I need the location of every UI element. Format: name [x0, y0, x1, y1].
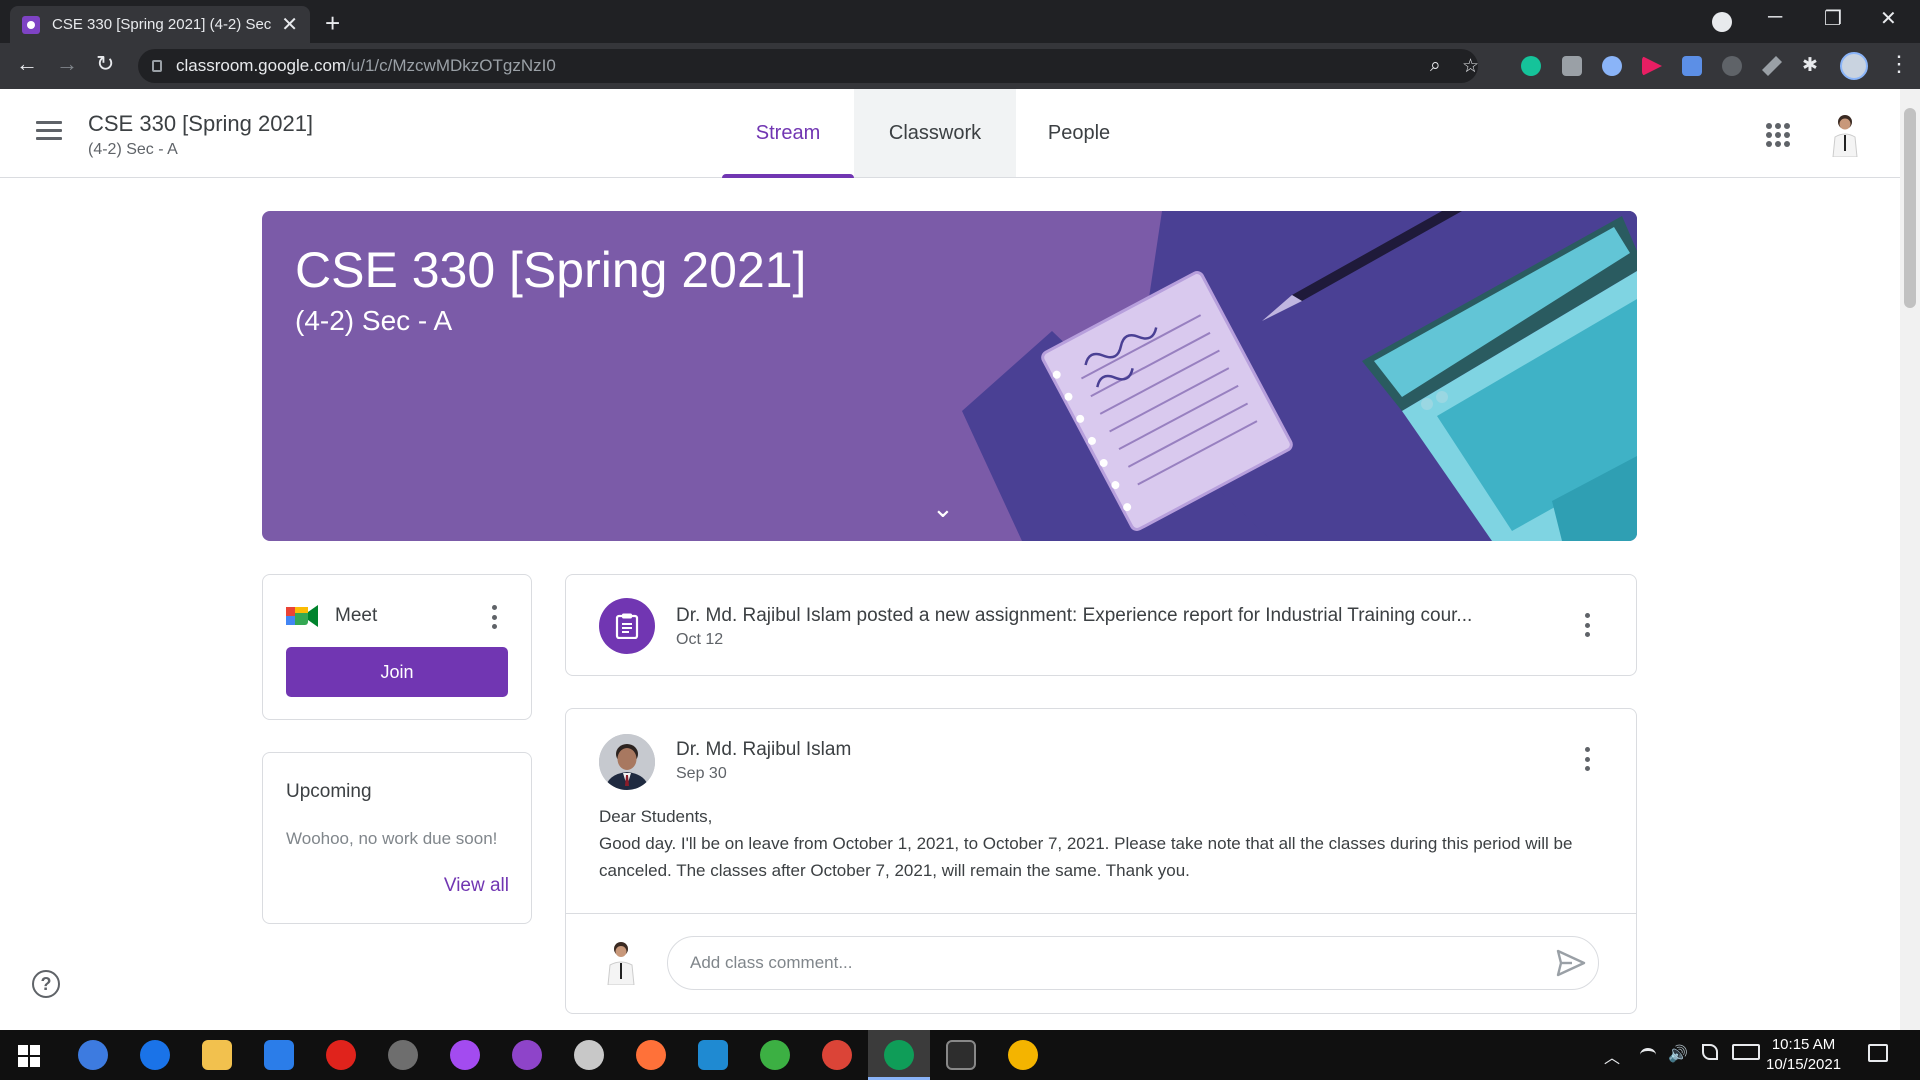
- quickbooks-taskbar-icon[interactable]: [78, 1040, 108, 1070]
- assignment-icon: [599, 598, 655, 654]
- tray-overflow-icon[interactable]: ︿: [1604, 1044, 1620, 1068]
- github-taskbar-icon[interactable]: [512, 1040, 542, 1070]
- classroom-header: CSE 330 [Spring 2021] (4-2) Sec - A Stre…: [0, 89, 1900, 178]
- class-comment-input[interactable]: [667, 936, 1599, 990]
- post-message: Good day. I'll be on leave from October …: [599, 834, 1573, 880]
- messenger-taskbar-icon[interactable]: [450, 1040, 480, 1070]
- chrome-profile-taskbar-icon[interactable]: [1008, 1040, 1038, 1070]
- close-window-button[interactable]: ✕: [1880, 6, 1897, 31]
- forward-button[interactable]: →: [56, 51, 78, 77]
- assignment-date: Oct 12: [676, 631, 724, 648]
- paint-taskbar-icon[interactable]: [574, 1040, 604, 1070]
- camera-extension-icon[interactable]: [1562, 56, 1582, 76]
- banner-class-title: CSE 330 [Spring 2021]: [295, 242, 807, 298]
- back-button[interactable]: ←: [16, 51, 38, 77]
- opera-taskbar-icon[interactable]: [326, 1040, 356, 1070]
- scrollbar-thumb[interactable]: [1904, 108, 1916, 308]
- windows-taskbar: ︿ 🔊 10:15 AM 10/15/2021: [0, 1030, 1920, 1080]
- banner-class-section: (4-2) Sec - A: [295, 305, 453, 336]
- new-tab-button[interactable]: +: [325, 8, 340, 39]
- google-apps-icon[interactable]: [1766, 123, 1790, 147]
- windows-start-icon[interactable]: [18, 1045, 40, 1067]
- author-avatar: [599, 734, 655, 790]
- chrome-active-taskbar-icon[interactable]: [884, 1040, 914, 1070]
- post-body: Dear Students, Good day. I'll be on leav…: [599, 803, 1599, 884]
- view-all-link[interactable]: View all: [444, 875, 509, 897]
- post-greeting: Dear Students,: [599, 807, 713, 826]
- assignment-announcement-card[interactable]: Dr. Md. Rajibul Islam posted a new assig…: [565, 574, 1637, 676]
- clock-time: 10:15 AM: [1771, 1036, 1836, 1053]
- network-icon[interactable]: [1640, 1048, 1656, 1062]
- lock-icon: [152, 60, 162, 72]
- commenter-avatar: [599, 937, 643, 985]
- post-date: Sep 30: [676, 765, 727, 782]
- mail-taskbar-icon[interactable]: [264, 1040, 294, 1070]
- tab-stream[interactable]: Stream: [722, 89, 854, 178]
- announcement-post-card: Dr. Md. Rajibul Islam Sep 30 Dear Studen…: [565, 708, 1637, 1014]
- expand-chevron-icon[interactable]: ⌄: [932, 493, 954, 524]
- assignment-more-options-icon[interactable]: [1584, 613, 1590, 637]
- firefox-taskbar-icon[interactable]: [636, 1040, 666, 1070]
- tab-people[interactable]: People: [1016, 89, 1142, 177]
- url-host: classroom.google.com: [176, 56, 347, 75]
- file-explorer-taskbar-icon[interactable]: [202, 1040, 232, 1070]
- download-extension-icon[interactable]: [1682, 56, 1702, 76]
- tab-title: CSE 330 [Spring 2021] (4-2) Sec -: [52, 16, 272, 33]
- pen-workspace-icon[interactable]: [1702, 1044, 1718, 1060]
- reload-button[interactable]: ↻: [96, 51, 114, 77]
- zoom-icon[interactable]: ⌕: [1430, 55, 1441, 77]
- meet-card: Meet Join: [262, 574, 532, 720]
- browser-tabstrip: CSE 330 [Spring 2021] (4-2) Sec - ✕ + ─ …: [0, 0, 1920, 43]
- upcoming-empty-text: Woohoo, no work due soon!: [286, 829, 498, 848]
- classroom-favicon-icon: [22, 15, 40, 34]
- system-clock[interactable]: 10:15 AM 10/15/2021: [1766, 1035, 1841, 1075]
- clock-date: 10/15/2021: [1766, 1056, 1842, 1073]
- notifications-icon[interactable]: [1868, 1044, 1888, 1062]
- meet-more-options-icon[interactable]: [491, 605, 497, 629]
- keyboard-icon[interactable]: [1732, 1044, 1760, 1060]
- join-meet-button[interactable]: Join: [286, 647, 508, 697]
- vscode-taskbar-icon[interactable]: [698, 1040, 728, 1070]
- restore-button[interactable]: ❐: [1824, 6, 1842, 31]
- class-banner: CSE 330 [Spring 2021] (4-2) Sec - A ⌄: [262, 211, 1637, 541]
- download-indicator-icon[interactable]: [1712, 12, 1732, 32]
- main-menu-icon[interactable]: [36, 121, 62, 141]
- account-avatar[interactable]: [1824, 109, 1866, 157]
- terminal-taskbar-icon[interactable]: [946, 1040, 976, 1070]
- chrome-taskbar-icon[interactable]: [822, 1040, 852, 1070]
- google-meet-icon: [286, 605, 318, 627]
- play-extension-icon[interactable]: [1642, 56, 1662, 76]
- chrome-profile-avatar[interactable]: [1840, 52, 1868, 80]
- post-author: Dr. Md. Rajibul Islam: [676, 739, 852, 760]
- upcoming-card: Upcoming Woohoo, no work due soon! View …: [262, 752, 532, 924]
- pen-extension-icon[interactable]: [1762, 56, 1782, 76]
- browser-toolbar: ← → ↻ classroom.google.com/u/1/c/MzcwMDk…: [0, 43, 1920, 89]
- extensions-puzzle-icon[interactable]: ✱: [1802, 54, 1818, 77]
- url-path: /u/1/c/MzcwMDkzOTgzNzI0: [346, 56, 556, 75]
- volume-icon[interactable]: 🔊: [1668, 1044, 1688, 1064]
- class-title[interactable]: CSE 330 [Spring 2021]: [88, 111, 313, 137]
- tab-classwork[interactable]: Classwork: [854, 89, 1016, 177]
- screen-extension-icon[interactable]: [1722, 56, 1742, 76]
- post-divider: [566, 913, 1636, 914]
- edge-taskbar-icon[interactable]: [140, 1040, 170, 1070]
- satellite-app-taskbar-icon[interactable]: [388, 1040, 418, 1070]
- grammarly-extension-icon[interactable]: [1521, 56, 1541, 76]
- tab-close-icon[interactable]: ✕: [281, 12, 298, 37]
- meet-label: Meet: [335, 605, 378, 626]
- minimize-button[interactable]: ─: [1768, 6, 1782, 29]
- assignment-text[interactable]: Dr. Md. Rajibul Islam posted a new assig…: [676, 605, 1556, 627]
- vpn-extension-icon[interactable]: [1602, 56, 1622, 76]
- upcoming-title: Upcoming: [286, 781, 372, 802]
- bookmark-star-icon[interactable]: ☆: [1462, 55, 1479, 78]
- help-icon[interactable]: ?: [32, 970, 60, 998]
- chrome-menu-icon[interactable]: ⋮: [1888, 51, 1910, 77]
- browser-tab[interactable]: CSE 330 [Spring 2021] (4-2) Sec - ✕: [10, 6, 310, 43]
- post-more-options-icon[interactable]: [1584, 747, 1590, 771]
- earth-app-taskbar-icon[interactable]: [760, 1040, 790, 1070]
- address-bar[interactable]: classroom.google.com/u/1/c/MzcwMDkzOTgzN…: [138, 49, 1479, 83]
- send-comment-icon[interactable]: [1556, 949, 1586, 977]
- class-section: (4-2) Sec - A: [88, 141, 178, 158]
